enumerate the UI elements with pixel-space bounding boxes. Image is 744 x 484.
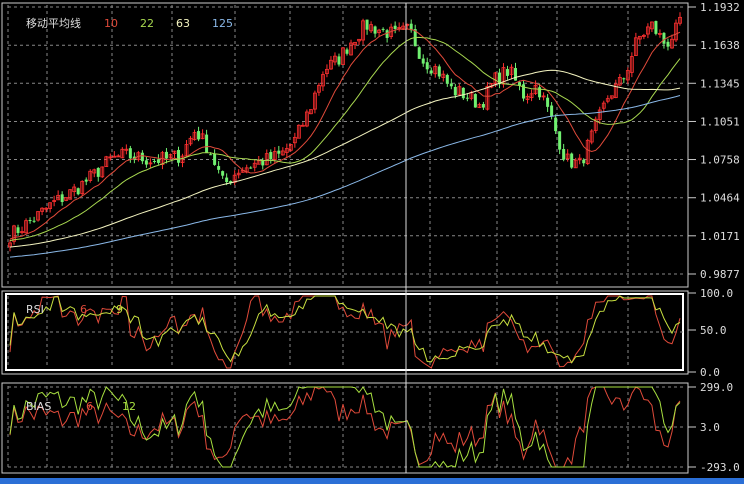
candle-body — [213, 153, 217, 165]
candle-body — [277, 150, 281, 154]
rsi-line-9 — [9, 295, 681, 364]
candle-body — [128, 148, 132, 159]
candle-body — [421, 58, 425, 64]
candle-body — [461, 87, 465, 99]
candle-body — [562, 149, 566, 160]
bias-grid — [7, 386, 684, 470]
price-axis: 1.1932 1.1638 1.1345 1.1051 1.0758 1.0464 1.01… — [687, 1, 740, 281]
candles — [8, 12, 682, 252]
candle-body — [60, 194, 64, 202]
candle-body — [221, 171, 225, 176]
candle-body — [558, 131, 562, 150]
candle-body — [385, 30, 389, 38]
moving-averages — [9, 28, 681, 258]
rsi-legend-6: 6 — [80, 303, 87, 316]
candle-body — [76, 188, 80, 195]
candle-body — [505, 69, 509, 76]
axis-label: 3.0 — [700, 421, 720, 434]
candle-body — [481, 104, 485, 108]
axis-label: 299.0 — [700, 381, 733, 394]
ma-line-10 — [9, 28, 681, 240]
ma-title: 移动平均线 — [26, 16, 81, 30]
axis-label: -293.0 — [700, 461, 740, 474]
candle-body — [365, 19, 369, 30]
candle-body — [209, 154, 213, 156]
candle-body — [445, 74, 449, 84]
rsi-axis: 100.0 50.0 0.0 — [687, 287, 733, 379]
candle-body — [177, 149, 181, 163]
axis-label: 50.0 — [700, 324, 727, 337]
candle-body — [96, 167, 100, 177]
bias-legend-6: 6 — [86, 400, 93, 413]
axis-label: 0.0 — [700, 366, 720, 379]
candle-body — [662, 32, 666, 44]
stock-chart[interactable]: 1.1932 1.1638 1.1345 1.1051 1.0758 1.0464 1.01… — [0, 0, 744, 484]
axis-label: 0.9877 — [700, 268, 740, 281]
candle-body — [269, 152, 273, 160]
candle-body — [393, 25, 397, 29]
candle-body — [32, 220, 36, 222]
axis-label: 1.0758 — [700, 154, 740, 167]
candle-body — [514, 68, 518, 81]
candle-body — [197, 131, 201, 140]
axis-label: 1.1051 — [700, 115, 740, 128]
candle-body — [84, 179, 88, 182]
candle-body — [381, 28, 385, 30]
candle-body — [417, 47, 421, 59]
candle-body — [152, 160, 156, 162]
candle-body — [437, 66, 441, 77]
candle-body — [373, 26, 377, 34]
candle-body — [217, 166, 221, 170]
candle-body — [622, 78, 626, 80]
candle-body — [140, 152, 144, 162]
candle-body — [156, 159, 160, 163]
candle-body — [654, 21, 658, 34]
status-bar — [0, 478, 744, 484]
candle-body — [144, 160, 148, 165]
candle-body — [473, 94, 477, 108]
candle-body — [225, 177, 229, 183]
candle-body — [666, 41, 670, 47]
bias-panel-frame — [1, 382, 689, 474]
candle-body — [453, 86, 457, 96]
ma-legend-125: 125 — [212, 17, 233, 30]
candle-body — [546, 97, 550, 107]
candle-body — [28, 220, 32, 222]
axis-label: 1.0464 — [700, 192, 740, 205]
ma-line-125 — [9, 95, 681, 258]
candle-body — [465, 97, 469, 99]
candle-body — [554, 117, 558, 132]
ma-legend-63: 63 — [176, 17, 190, 30]
candle-body — [449, 83, 453, 87]
candle-body — [582, 159, 586, 164]
bias-panel[interactable]: 299.0 3.0 -293.0 BIAS 6 12 — [1, 381, 740, 474]
bias-legend-12: 12 — [122, 400, 136, 413]
candle-body — [16, 227, 20, 234]
price-panel[interactable]: 1.1932 1.1638 1.1345 1.1051 1.0758 1.0464 1.01… — [1, 1, 740, 288]
rsi-legend-9: 9 — [116, 303, 123, 316]
candle-body — [205, 134, 209, 153]
bias-title: BIAS — [26, 400, 51, 413]
candle-body — [249, 167, 253, 169]
axis-label: 1.1932 — [700, 1, 740, 14]
candle-body — [570, 153, 574, 168]
axis-label: 1.1638 — [700, 39, 740, 52]
rsi-panel[interactable]: 100.0 50.0 0.0 RSI 6 9 — [1, 287, 733, 379]
candle-body — [550, 105, 554, 117]
rsi-title: RSI — [26, 303, 44, 316]
bias-axis: 299.0 3.0 -293.0 — [687, 381, 740, 474]
ma-legend-10: 10 — [104, 17, 118, 30]
axis-label: 100.0 — [700, 287, 733, 300]
axis-label: 1.1345 — [700, 77, 740, 90]
candle-body — [164, 151, 168, 159]
ma-legend-22: 22 — [140, 17, 154, 30]
candle-body — [538, 87, 542, 98]
candle-body — [429, 70, 433, 74]
candle-body — [337, 56, 341, 65]
candle-body — [425, 62, 429, 70]
candle-body — [345, 49, 349, 54]
axis-label: 1.0171 — [700, 230, 740, 243]
